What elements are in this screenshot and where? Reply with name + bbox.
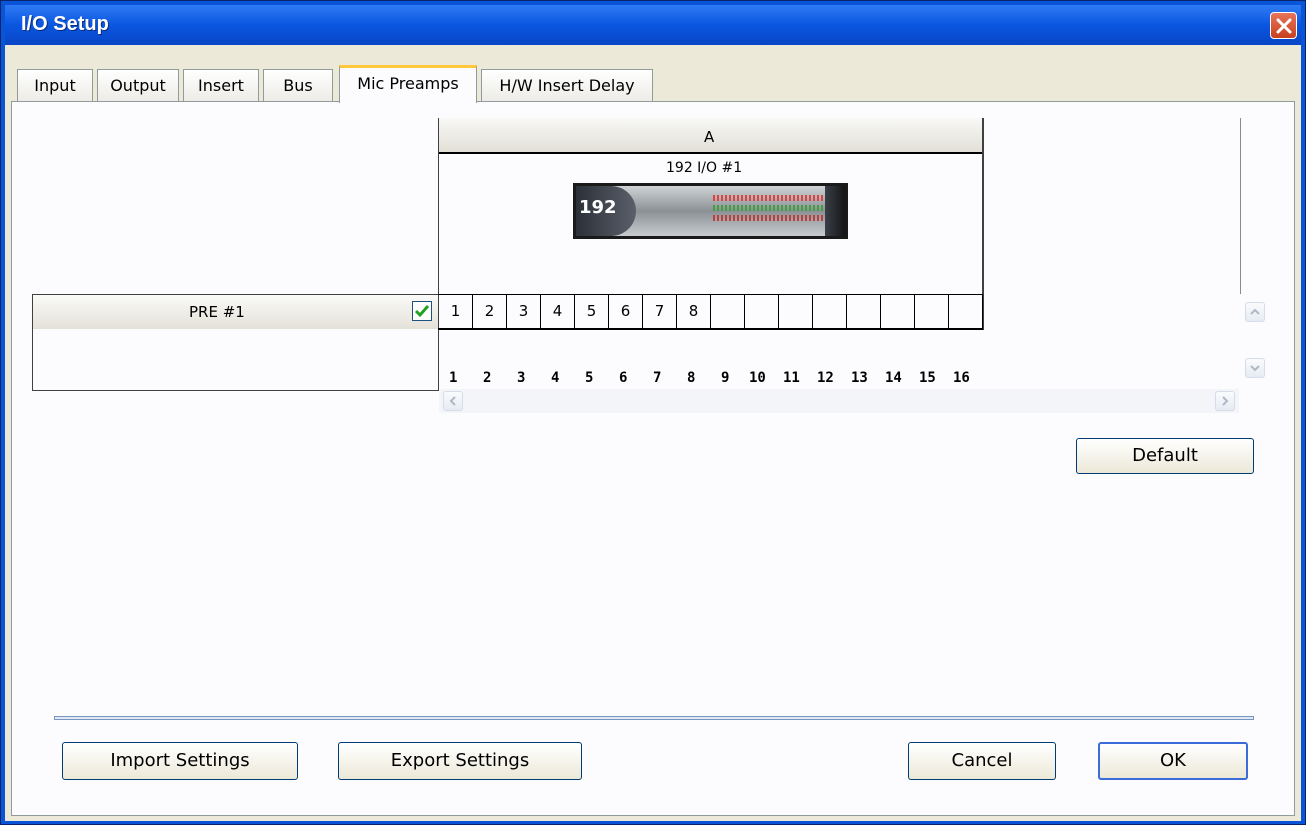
device-name: 192 I/O #1 — [666, 160, 743, 176]
assignment-cell[interactable]: 2 — [473, 295, 507, 328]
chevron-up-icon — [1250, 308, 1260, 315]
channel-number: 11 — [783, 370, 800, 386]
row-label-area — [32, 329, 439, 391]
default-button[interactable]: Default — [1076, 438, 1254, 474]
assignment-cell[interactable] — [881, 295, 915, 328]
device-image: 192 — [573, 183, 848, 239]
assignment-cell[interactable]: 6 — [609, 295, 643, 328]
scroll-right-button[interactable] — [1215, 391, 1235, 411]
assignment-cell[interactable] — [949, 295, 983, 328]
channel-number: 1 — [449, 370, 458, 386]
assignment-cell[interactable] — [813, 295, 847, 328]
channel-number: 14 — [885, 370, 902, 386]
assignment-cell[interactable] — [779, 295, 813, 328]
cancel-button[interactable]: Cancel — [908, 742, 1056, 780]
channel-number: 9 — [721, 370, 730, 386]
export-settings-button[interactable]: Export Settings — [338, 742, 582, 780]
chevron-left-icon — [449, 396, 456, 406]
tab-bus[interactable]: Bus — [263, 69, 333, 102]
channel-number: 3 — [517, 370, 526, 386]
close-button[interactable] — [1270, 12, 1297, 39]
window-title: I/O Setup — [21, 13, 109, 35]
close-icon — [1276, 18, 1292, 34]
ok-button[interactable]: OK — [1098, 742, 1248, 780]
channel-number: 6 — [619, 370, 628, 386]
scroll-left-button[interactable] — [443, 391, 463, 411]
assignment-cell[interactable]: 7 — [643, 295, 677, 328]
chevron-down-icon — [1250, 365, 1260, 372]
check-icon — [414, 305, 430, 318]
tab-insert[interactable]: Insert — [183, 69, 259, 102]
channel-number: 15 — [919, 370, 936, 386]
assignment-cell[interactable] — [847, 295, 881, 328]
assignment-cell[interactable]: 4 — [541, 295, 575, 328]
channel-number: 16 — [953, 370, 970, 386]
assignment-cell[interactable] — [711, 295, 745, 328]
scroll-down-button[interactable] — [1245, 358, 1265, 378]
tab-strip: Input Output Insert Bus Mic Preamps H/W … — [5, 45, 1301, 103]
tab-hw-insert-delay[interactable]: H/W Insert Delay — [481, 69, 653, 102]
tab-output[interactable]: Output — [97, 69, 179, 102]
channel-number: 12 — [817, 370, 834, 386]
channel-number: 8 — [687, 370, 696, 386]
assignment-cell[interactable]: 5 — [575, 295, 609, 328]
tab-input[interactable]: Input — [17, 69, 93, 102]
separator — [54, 716, 1254, 720]
title-bar[interactable]: I/O Setup — [5, 5, 1301, 45]
channel-number: 4 — [551, 370, 560, 386]
row-label: PRE #1 — [189, 303, 245, 321]
channel-number: 13 — [851, 370, 868, 386]
assignment-cell[interactable] — [915, 295, 949, 328]
channel-number: 5 — [585, 370, 594, 386]
vertical-scrollbar[interactable] — [1243, 296, 1267, 386]
tab-mic-preamps[interactable]: Mic Preamps — [339, 65, 477, 103]
channel-number: 7 — [653, 370, 662, 386]
channel-number: 2 — [483, 370, 492, 386]
assignment-cell[interactable]: 3 — [507, 295, 541, 328]
chevron-right-icon — [1222, 396, 1229, 406]
column-header-label: A — [704, 128, 715, 146]
scroll-up-button[interactable] — [1245, 302, 1265, 322]
horizontal-scrollbar[interactable] — [439, 389, 1239, 413]
channel-number: 10 — [749, 370, 766, 386]
column-header-a[interactable]: A — [438, 118, 983, 154]
import-settings-button[interactable]: Import Settings — [62, 742, 298, 780]
row-header-pre-1[interactable]: PRE #1 — [32, 294, 439, 330]
device-badge: 192 — [579, 197, 617, 218]
assignment-cell[interactable]: 1 — [439, 295, 473, 328]
mic-preamps-panel: A 192 I/O #1 192 1 2 3 4 5 6 7 8 9 10 11… — [11, 101, 1295, 816]
io-setup-window: I/O Setup Input Output Insert Bus Mic Pr… — [0, 0, 1306, 825]
assignment-cell[interactable] — [745, 295, 779, 328]
row-enable-checkbox[interactable] — [412, 301, 432, 321]
panel-right-edge — [1240, 118, 1241, 294]
assignment-cell[interactable]: 8 — [677, 295, 711, 328]
